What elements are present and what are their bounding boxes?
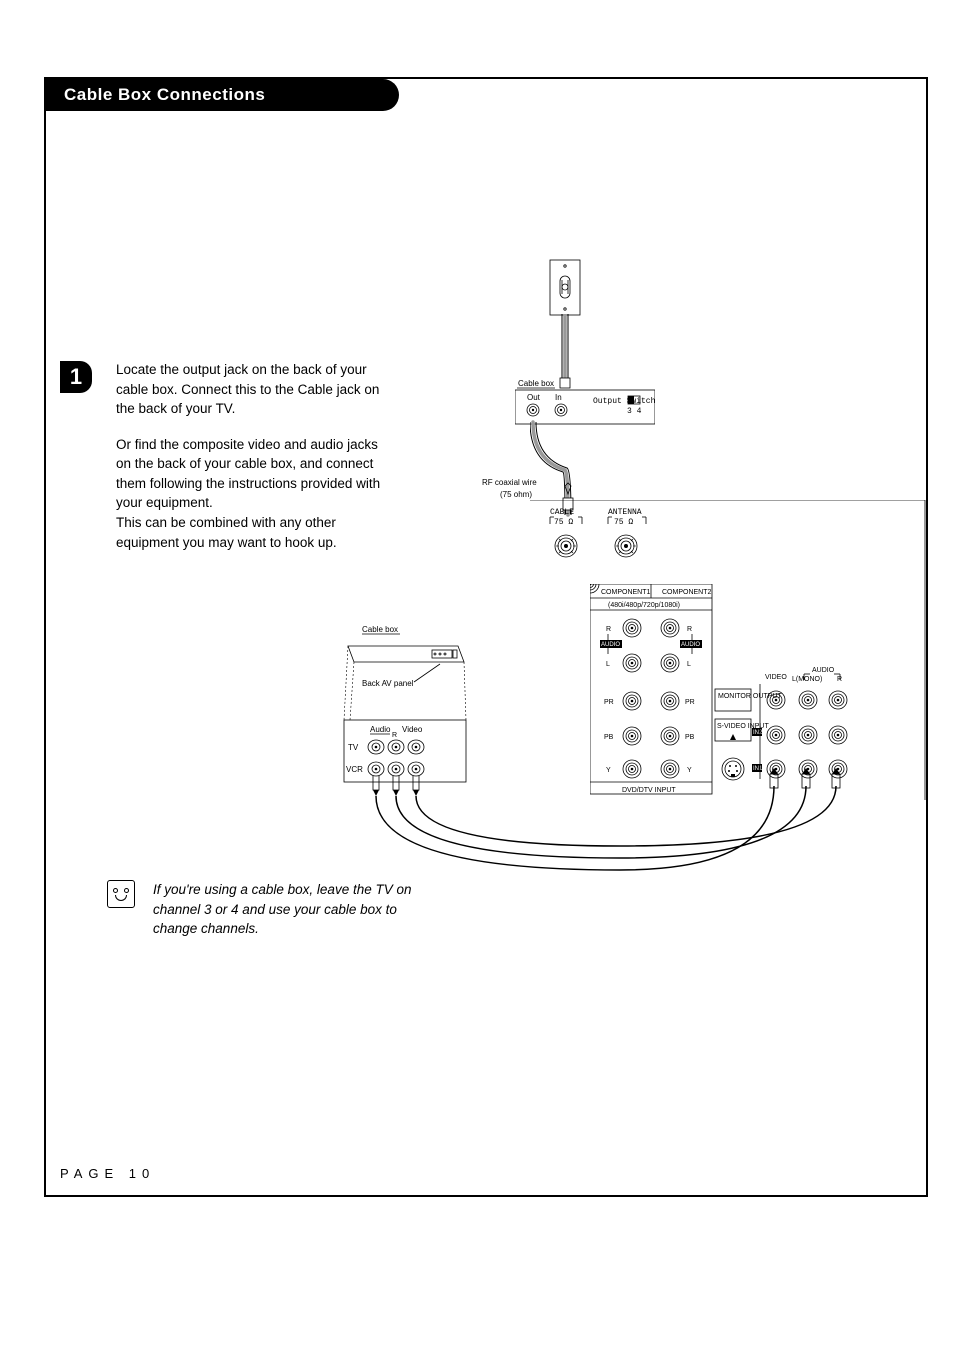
svg-text:Output Switch: Output Switch xyxy=(593,397,655,406)
tip-text: If you're using a cable box, leave the T… xyxy=(153,880,418,939)
svg-text:Back AV panel: Back AV panel xyxy=(362,679,414,688)
svg-text:In: In xyxy=(555,393,562,402)
paragraph-2a: Or find the composite video and audio ja… xyxy=(116,437,380,511)
step-number-badge: 1 xyxy=(60,361,92,393)
section-title-text: Cable Box Connections xyxy=(64,85,265,105)
cable-box-label: Cable box xyxy=(518,379,554,388)
paragraph-1: Locate the output jack on the back of yo… xyxy=(116,360,396,419)
svg-text:(75 ohm): (75 ohm) xyxy=(500,490,532,499)
step-number: 1 xyxy=(70,364,82,390)
svg-text:Video: Video xyxy=(402,725,423,734)
section-title: Cable Box Connections xyxy=(44,79,399,111)
paragraph-2b: This can be combined with any other equi… xyxy=(116,515,337,550)
svg-text:VCR: VCR xyxy=(346,765,363,774)
svg-text:Audio: Audio xyxy=(370,725,391,734)
svg-text:R: R xyxy=(392,732,397,739)
tip-smiley-icon xyxy=(107,880,135,908)
svg-text:3 4: 3 4 xyxy=(627,407,642,416)
cable-box-top-diagram: Cable box Out In Output Switch 3 4 xyxy=(515,378,655,426)
svg-text:TV: TV xyxy=(348,743,359,752)
svg-text:RF coaxial wire: RF coaxial wire xyxy=(482,478,537,487)
svg-text:Out: Out xyxy=(527,393,541,402)
page-number: PAGE 10 xyxy=(60,1166,155,1181)
av-cables xyxy=(370,740,870,880)
instruction-text: Locate the output jack on the back of yo… xyxy=(116,360,396,552)
svg-text:Cable box: Cable box xyxy=(362,625,398,634)
